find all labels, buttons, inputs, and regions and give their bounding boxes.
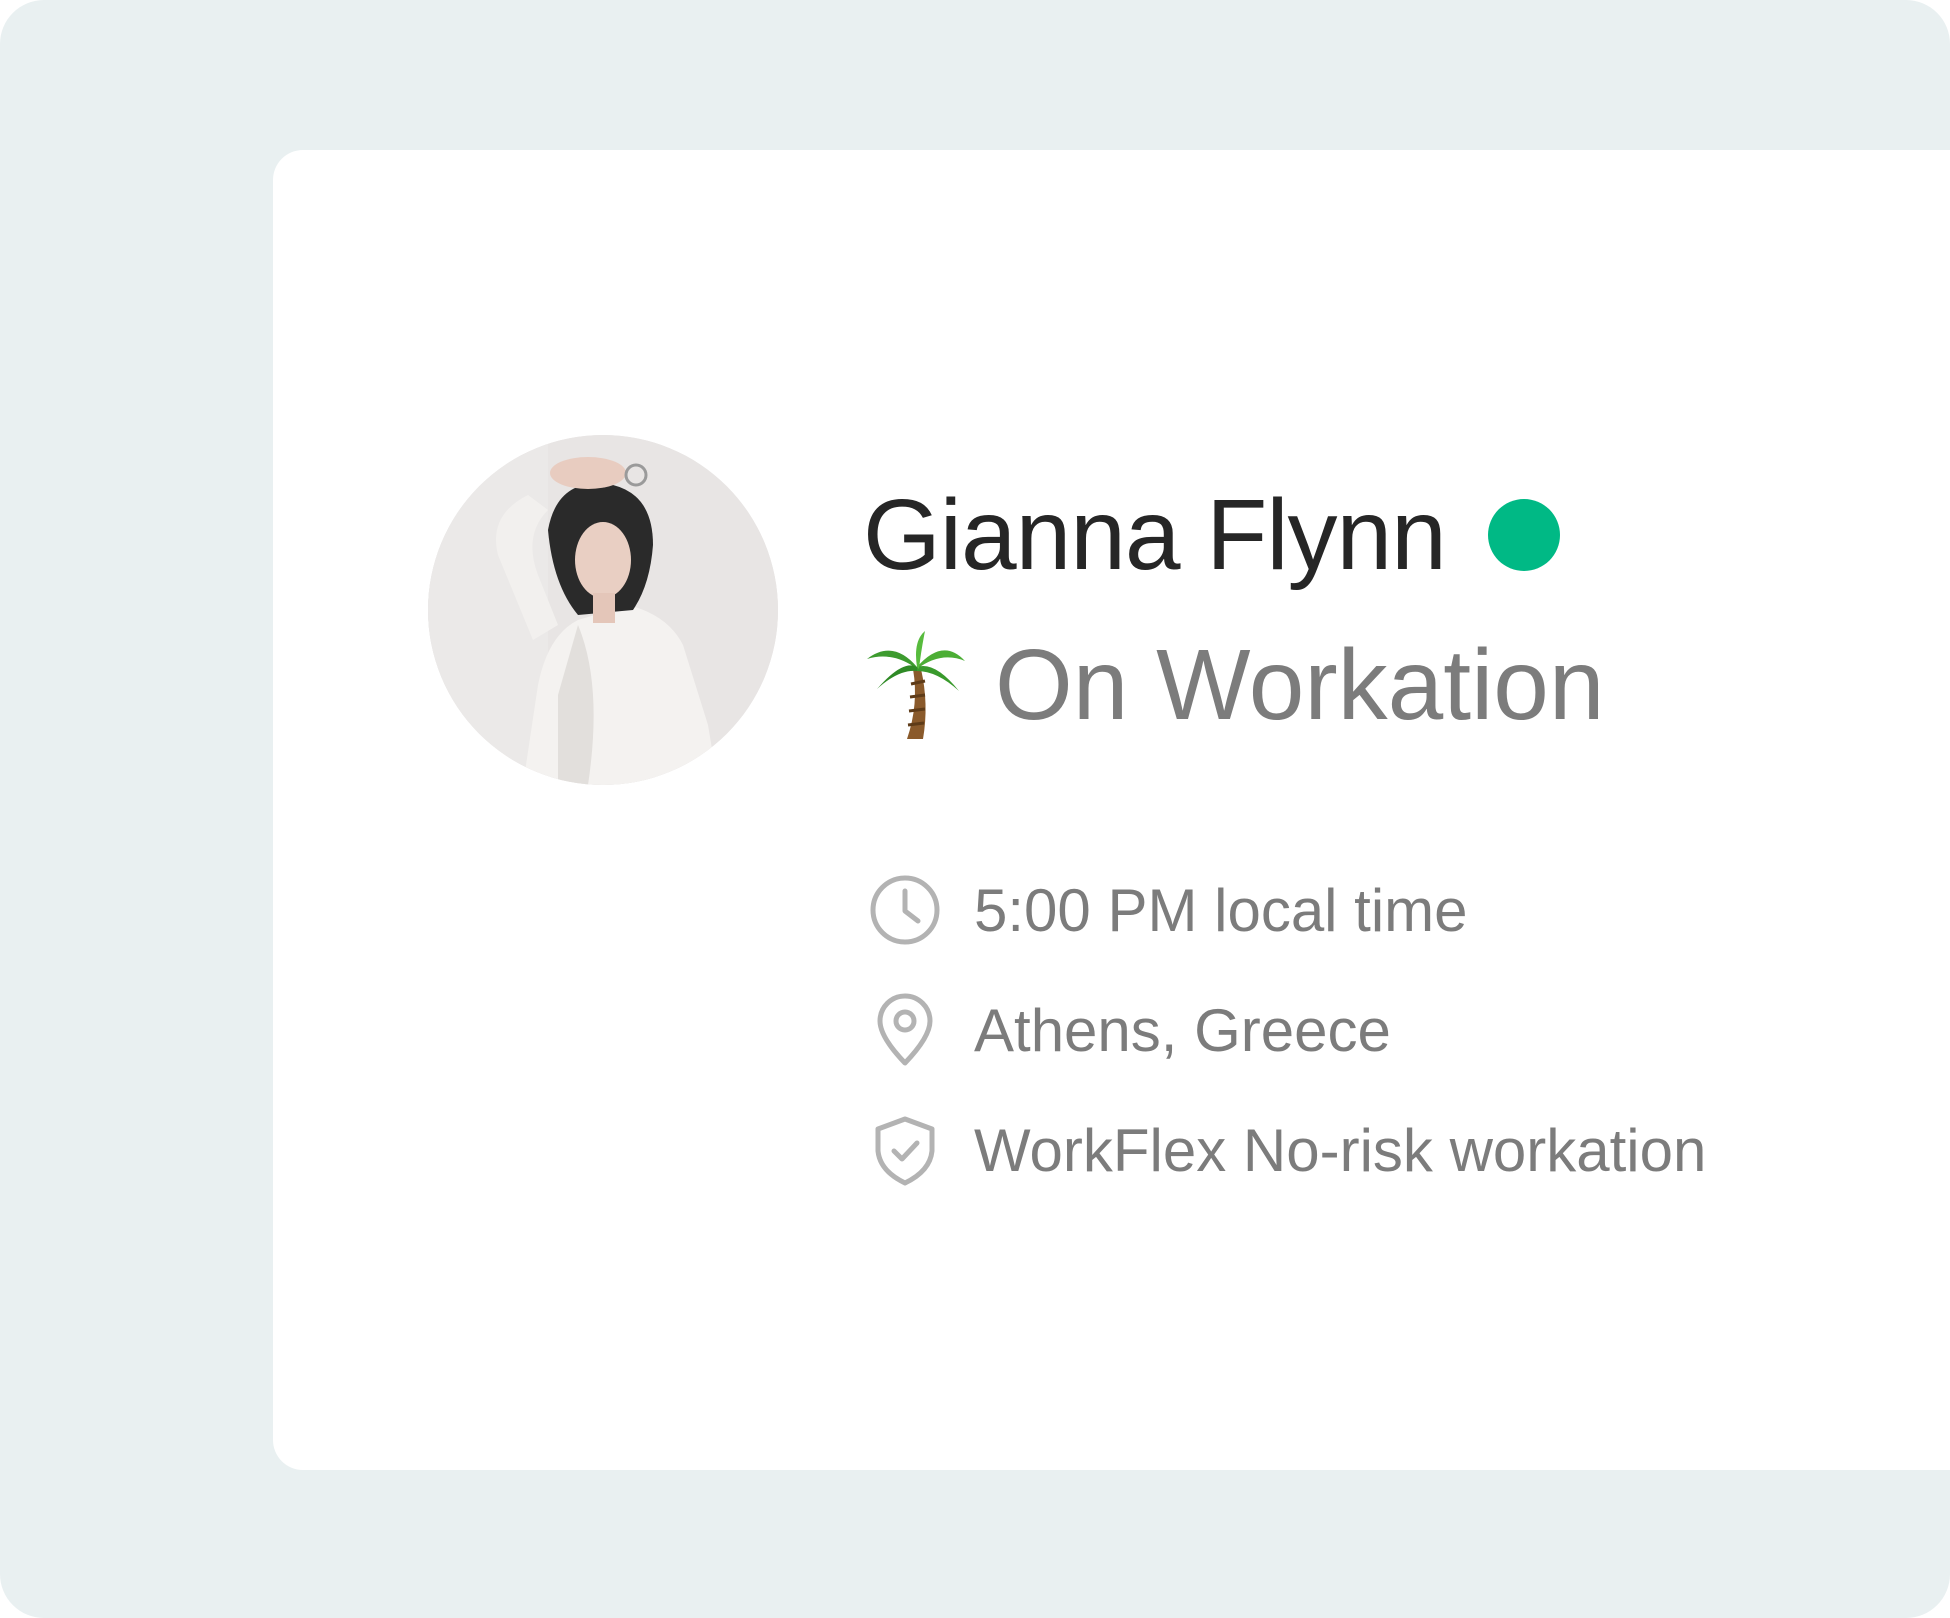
clock-icon	[870, 875, 940, 945]
status-row: On Workation	[863, 620, 1605, 750]
status-label: On Workation	[995, 628, 1605, 741]
location-pin-icon	[877, 993, 933, 1066]
profile-card: Gianna Flynn On Workation 5:00 PM local …	[273, 150, 1950, 1470]
user-name: Gianna Flynn	[863, 478, 1447, 591]
detail-workation-policy: WorkFlex No-risk workation	[868, 1090, 1706, 1210]
name-row: Gianna Flynn	[863, 478, 1560, 591]
details-list: 5:00 PM local time Athens, Greece WorkFl…	[868, 850, 1706, 1210]
avatar	[428, 435, 778, 785]
location-text: Athens, Greece	[974, 996, 1391, 1064]
local-time-text: 5:00 PM local time	[974, 876, 1468, 944]
page-background: Gianna Flynn On Workation 5:00 PM local …	[0, 0, 1950, 1618]
online-status-dot	[1487, 499, 1560, 571]
avatar-photo	[428, 435, 778, 785]
workation-policy-text: WorkFlex No-risk workation	[974, 1116, 1707, 1184]
shield-check-icon	[875, 1116, 935, 1186]
detail-location: Athens, Greece	[868, 970, 1706, 1090]
palm-tree-icon	[867, 631, 965, 739]
detail-local-time: 5:00 PM local time	[868, 850, 1706, 970]
